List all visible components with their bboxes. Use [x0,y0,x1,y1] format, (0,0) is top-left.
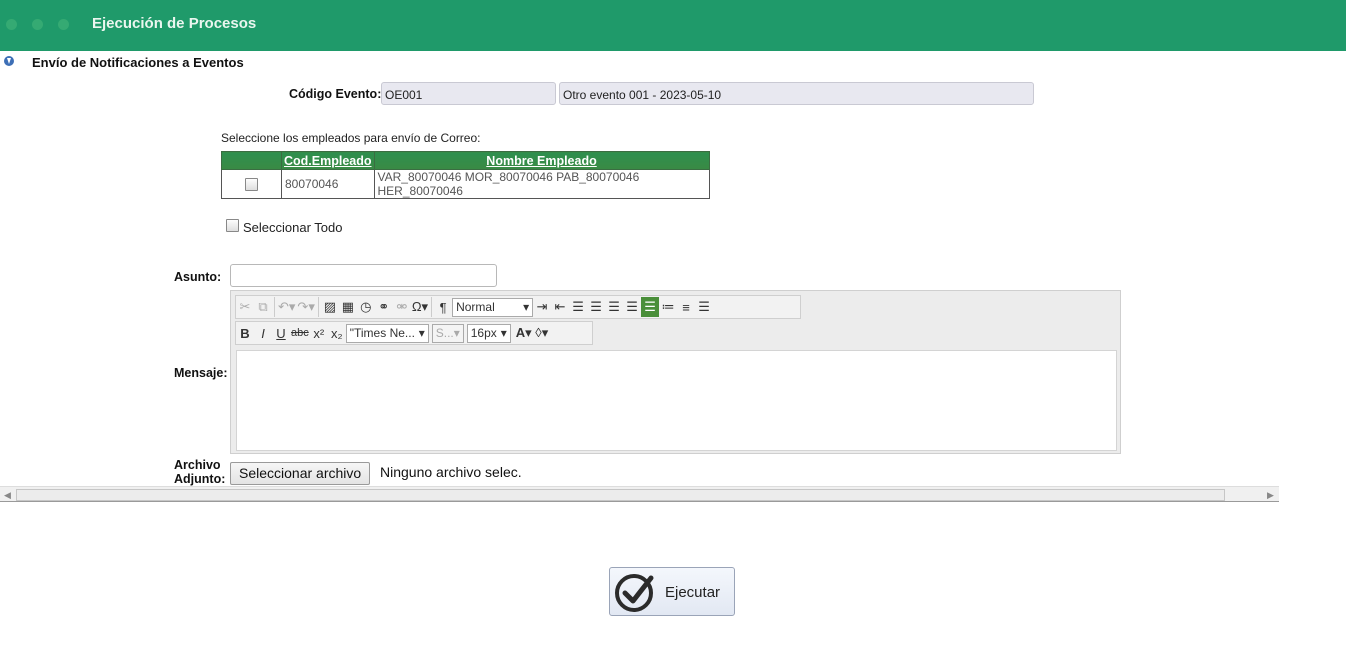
indent-icon[interactable]: ⇥ [533,297,551,317]
choose-file-button[interactable]: Seleccionar archivo [230,462,371,485]
archivo-label-line1: Archivo [174,458,221,472]
horizontal-scrollbar[interactable]: ◀ ▶ [0,486,1279,502]
font-family-value: "Times Ne... [349,326,415,340]
mensaje-label: Mensaje: [174,366,228,380]
numbered-list-icon[interactable]: ≡ [677,297,695,317]
font-size-select[interactable]: 16px ▾ [466,323,511,343]
format-select-value: Normal [456,300,495,314]
evento-code-field: OE001 [381,82,556,105]
toolbar-separator [431,297,433,317]
paragraph-icon[interactable]: ¶ [434,297,452,317]
row-name-cell: VAR_80070046 MOR_80070046 PAB_80070046 H… [373,169,710,199]
section-title: Envío de Notificaciones a Eventos [32,55,244,70]
file-status: Ninguno archivo selec. [380,464,522,480]
col-select [221,151,282,170]
underline-icon[interactable]: U [272,323,290,343]
info-arrow-icon [4,56,14,66]
empleados-table: Cod.Empleado Nombre Empleado 80070046 VA… [221,151,710,199]
redo-icon[interactable]: ↷▾ [296,297,315,317]
execute-label: Ejecutar [665,584,721,601]
calendar-icon[interactable]: ▦ [339,297,357,317]
window-dot-2 [32,19,43,30]
align-left-icon[interactable]: ☰ [569,297,587,317]
text-color-icon[interactable]: A▾ [515,323,533,343]
block-format-icon[interactable]: ☰ [695,297,713,317]
remove-format-icon[interactable]: ☰ [641,297,660,317]
font-size-value: 16px [470,326,497,340]
chevron-down-icon: ▾ [453,326,460,340]
editor-toolbar-row-1: ✂ ⧉ ↶▾ ↷▾ ▨ ▦ ◷ ⚭ ⚮ Ω▾ ¶ Normal ▾ ⇥ ⇤ ☰ … [235,295,801,319]
clock-icon[interactable]: ◷ [357,297,375,317]
rich-text-editor: ✂ ⧉ ↶▾ ↷▾ ▨ ▦ ◷ ⚭ ⚮ Ω▾ ¶ Normal ▾ ⇥ ⇤ ☰ … [230,290,1121,454]
chevron-down-icon: ▾ [523,300,530,314]
col-nombre-empleado[interactable]: Nombre Empleado [373,151,710,170]
format-select[interactable]: Normal ▾ [452,297,534,317]
asunto-input[interactable] [230,264,497,287]
scrollbar-thumb[interactable] [16,489,1225,501]
title-bar: Ejecución de Procesos [0,0,1346,51]
align-right-icon[interactable]: ☰ [605,297,623,317]
message-editor-area[interactable] [236,350,1117,451]
unlink-icon[interactable]: ⚮ [393,297,411,317]
scroll-right-icon[interactable]: ▶ [1267,490,1274,501]
bold-icon[interactable]: B [236,323,254,343]
window-dot-1 [6,19,17,30]
editor-toolbar-row-2: B I U abc x² x₂ "Times Ne... ▾ S... ▾ 16… [235,321,593,345]
archivo-label-line2: Adjunto: [174,472,226,486]
chevron-down-icon: ▾ [500,326,507,340]
copy-icon[interactable]: ⧉ [254,297,272,317]
subscript-icon[interactable]: x₂ [328,323,346,343]
image-icon[interactable]: ▨ [321,297,339,317]
empleados-instruction: Seleccione los empleados para envío de C… [221,131,481,145]
style-select-value: S... [435,326,454,340]
cut-icon[interactable]: ✂ [236,297,254,317]
font-family-select[interactable]: "Times Ne... ▾ [345,323,429,343]
row-code-cell: 80070046 [281,169,375,199]
toolbar-separator [274,297,275,317]
background-color-icon[interactable]: ◊▾ [533,323,551,343]
evento-description-field: Otro evento 001 - 2023-05-10 [559,82,1034,105]
window-dot-3 [58,19,69,30]
align-center-icon[interactable]: ☰ [587,297,605,317]
justify-icon[interactable]: ☰ [623,297,641,317]
outdent-icon[interactable]: ⇤ [551,297,569,317]
link-icon[interactable]: ⚭ [375,297,393,317]
italic-icon[interactable]: I [254,323,272,343]
superscript-icon[interactable]: x² [310,323,328,343]
check-circle-icon [615,574,654,612]
toolbar-separator [317,297,319,317]
evento-label: Código Evento: [289,87,382,101]
select-all-checkbox[interactable] [226,219,239,232]
chevron-down-icon: ▾ [418,326,425,340]
style-select[interactable]: S... ▾ [431,323,464,343]
bullet-list-icon[interactable]: ≔ [659,297,677,317]
col-cod-empleado[interactable]: Cod.Empleado [281,151,375,170]
special-char-icon[interactable]: Ω▾ [411,297,429,317]
asunto-label: Asunto: [174,270,222,284]
window-title: Ejecución de Procesos [92,15,257,32]
row-select-cell [221,169,282,199]
undo-icon[interactable]: ↶▾ [277,297,296,317]
scroll-left-icon[interactable]: ◀ [4,490,11,501]
execute-button[interactable]: Ejecutar [609,567,735,616]
select-all-label[interactable]: Seleccionar Todo [243,220,343,235]
row-checkbox[interactable] [245,178,258,192]
strikethrough-icon[interactable]: abc [290,323,310,343]
table-row: 80070046 VAR_80070046 MOR_80070046 PAB_8… [221,169,710,199]
